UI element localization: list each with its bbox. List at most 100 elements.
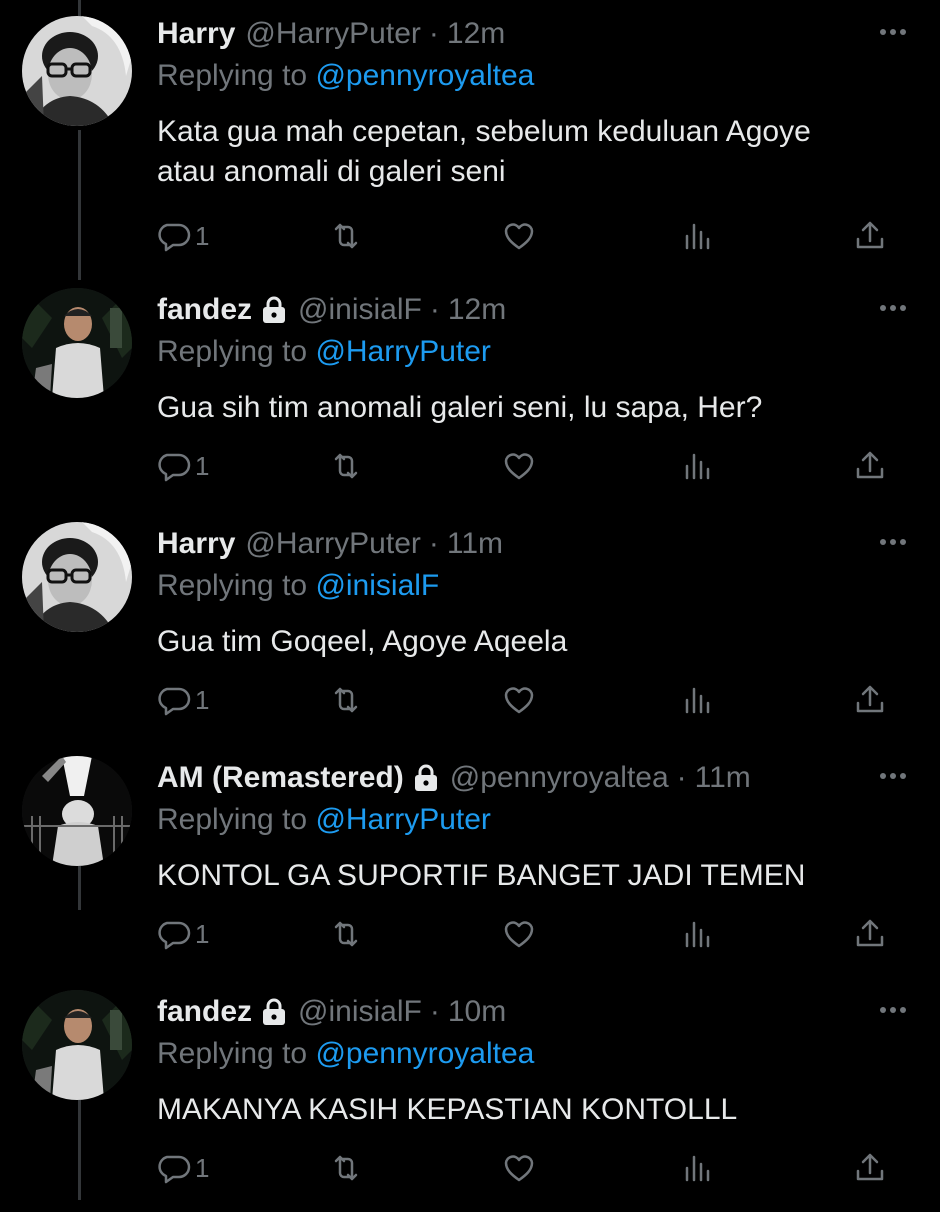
views-button[interactable]: [680, 914, 714, 954]
heart-icon: [502, 1151, 536, 1185]
avatar[interactable]: [22, 16, 132, 126]
retweet-icon: [329, 219, 363, 253]
display-name[interactable]: Harry: [157, 14, 235, 54]
more-icon[interactable]: [878, 298, 908, 318]
avatar[interactable]: [22, 756, 132, 866]
display-name[interactable]: AM (Remastered): [157, 758, 404, 798]
timestamp[interactable]: 11m: [447, 524, 503, 564]
more-icon[interactable]: [878, 22, 908, 42]
heart-icon: [502, 449, 536, 483]
retweet-icon: [329, 917, 363, 951]
replying-to-label: Replying to: [157, 803, 316, 836]
avatar-image: [22, 756, 132, 866]
tweet[interactable]: fandez @inisialF · 12m Replying to @Harr…: [0, 276, 940, 510]
retweet-icon: [329, 1151, 363, 1185]
reply-button[interactable]: 1: [157, 446, 209, 486]
share-icon: [853, 219, 887, 253]
action-bar: 1: [157, 446, 887, 486]
share-icon: [853, 917, 887, 951]
like-button[interactable]: [502, 216, 536, 256]
replying-to-label: Replying to: [157, 59, 316, 92]
avatar[interactable]: [22, 990, 132, 1100]
reply-button[interactable]: 1: [157, 1148, 209, 1188]
retweet-button[interactable]: [329, 680, 363, 720]
retweet-icon: [329, 449, 363, 483]
separator-dot: ·: [428, 527, 439, 560]
like-button[interactable]: [502, 1148, 536, 1188]
tweet[interactable]: Harry @HarryPuter · 12m Replying to @pen…: [0, 0, 940, 252]
replying-to: Replying to @HarryPuter: [157, 800, 491, 840]
user-handle[interactable]: @inisialF: [298, 992, 422, 1032]
like-button[interactable]: [502, 914, 536, 954]
share-button[interactable]: [853, 216, 887, 256]
views-button[interactable]: [680, 446, 714, 486]
separator-dot: ·: [428, 17, 439, 50]
views-button[interactable]: [680, 216, 714, 256]
user-handle[interactable]: @HarryPuter: [245, 14, 421, 54]
reply-mention-link[interactable]: @inisialF: [315, 569, 439, 602]
display-name[interactable]: fandez: [157, 290, 252, 330]
user-handle[interactable]: @HarryPuter: [245, 524, 421, 564]
tweet-text: Kata gua mah cepetan, sebelum keduluan A…: [157, 115, 811, 188]
tweet-text: Gua sih tim anomali galeri seni, lu sapa…: [157, 391, 763, 424]
more-icon[interactable]: [878, 766, 908, 786]
timestamp[interactable]: 12m: [448, 290, 506, 330]
reply-mention-link[interactable]: @HarryPuter: [315, 335, 491, 368]
avatar[interactable]: [22, 522, 132, 632]
tweet[interactable]: Harry @HarryPuter · 11m Replying to @ini…: [0, 510, 940, 744]
share-button[interactable]: [853, 1148, 887, 1188]
reply-count: 1: [195, 450, 210, 481]
replying-to: Replying to @inisialF: [157, 566, 439, 606]
action-bar: 1: [157, 1148, 887, 1188]
reply-button[interactable]: 1: [157, 914, 209, 954]
reply-icon: [157, 1151, 191, 1185]
reply-mention-link[interactable]: @pennyroyaltea: [315, 1037, 534, 1070]
reply-button[interactable]: 1: [157, 680, 209, 720]
like-button[interactable]: [502, 680, 536, 720]
retweet-button[interactable]: [329, 1148, 363, 1188]
views-icon: [680, 683, 714, 717]
replying-to: Replying to @pennyroyaltea: [157, 1034, 534, 1074]
views-button[interactable]: [680, 1148, 714, 1188]
tweet[interactable]: AM (Remastered) @pennyroyaltea · 11m Rep…: [0, 744, 940, 978]
timestamp[interactable]: 11m: [695, 758, 751, 798]
tweet[interactable]: fandez @inisialF · 10m Replying to @penn…: [0, 978, 940, 1212]
more-icon[interactable]: [878, 1000, 908, 1020]
heart-icon: [502, 917, 536, 951]
share-button[interactable]: [853, 680, 887, 720]
timestamp[interactable]: 12m: [447, 14, 505, 54]
reply-mention-link[interactable]: @HarryPuter: [315, 803, 491, 836]
reply-mention-link[interactable]: @pennyroyaltea: [315, 59, 534, 92]
lock-icon: [412, 763, 440, 793]
avatar[interactable]: [22, 288, 132, 398]
retweet-button[interactable]: [329, 914, 363, 954]
retweet-button[interactable]: [329, 446, 363, 486]
user-handle[interactable]: @inisialF: [298, 290, 422, 330]
timestamp[interactable]: 10m: [448, 992, 506, 1032]
reply-button[interactable]: 1: [157, 216, 209, 256]
share-button[interactable]: [853, 914, 887, 954]
replying-to-label: Replying to: [157, 335, 316, 368]
more-icon[interactable]: [878, 532, 908, 552]
lock-icon: [260, 295, 288, 325]
views-icon: [680, 449, 714, 483]
user-handle[interactable]: @pennyroyaltea: [450, 758, 669, 798]
display-name[interactable]: fandez: [157, 992, 252, 1032]
display-name[interactable]: Harry: [157, 524, 235, 564]
action-bar: 1: [157, 914, 887, 954]
reply-count: 1: [195, 220, 210, 251]
like-button[interactable]: [502, 446, 536, 486]
retweet-button[interactable]: [329, 216, 363, 256]
heart-icon: [502, 683, 536, 717]
replying-to-label: Replying to: [157, 1037, 316, 1070]
retweet-icon: [329, 683, 363, 717]
views-icon: [680, 219, 714, 253]
tweet-text: Gua tim Goqeel, Agoye Aqeela: [157, 625, 568, 658]
views-button[interactable]: [680, 680, 714, 720]
reply-icon: [157, 219, 191, 253]
reply-count: 1: [195, 684, 210, 715]
tweet-text: MAKANYA KASIH KEPASTIAN KONTOLLL: [157, 1093, 738, 1126]
replying-to-label: Replying to: [157, 569, 316, 602]
share-button[interactable]: [853, 446, 887, 486]
replying-to: Replying to @pennyroyaltea: [157, 56, 534, 96]
